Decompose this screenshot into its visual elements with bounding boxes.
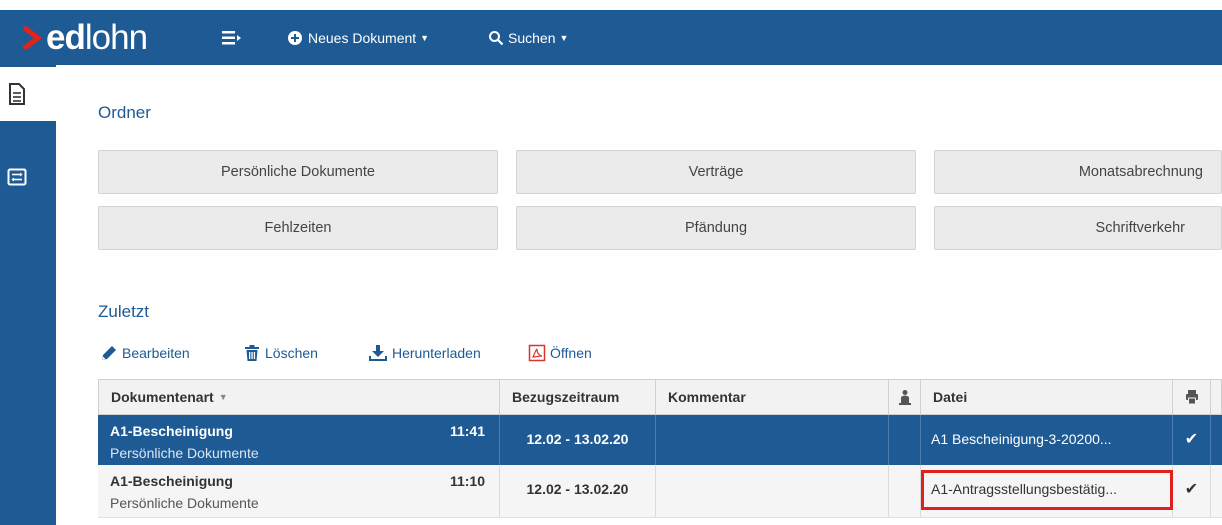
folder-button-label: Fehlzeiten: [264, 220, 332, 236]
sidebar-tab-documents[interactable]: [0, 67, 70, 121]
search-dropdown[interactable]: Suchen ▼: [488, 28, 568, 48]
document-folder: Persönliche Dokumente: [110, 445, 259, 461]
logo-light: lohn: [84, 18, 148, 57]
comment-cell: [656, 415, 889, 465]
logo-bold: ed: [46, 18, 86, 57]
highlight-box: [921, 470, 1173, 510]
column-header-label: Bezugszeitraum: [512, 389, 620, 405]
download-button[interactable]: Herunterladen: [368, 343, 481, 363]
search-icon: [489, 31, 504, 46]
edit-label: Bearbeiten: [122, 345, 190, 361]
recent-title: Zuletzt: [98, 302, 150, 321]
sidebar-tab-folders[interactable]: [0, 152, 56, 202]
column-header-comment[interactable]: Kommentar: [656, 379, 889, 415]
check-icon: ✔: [1184, 481, 1199, 498]
document-time: 11:41: [449, 423, 485, 439]
folder-button-label: Pfändung: [684, 220, 748, 236]
edit-button[interactable]: Bearbeiten: [100, 343, 190, 363]
folders-title: Ordner: [98, 103, 151, 122]
column-header-period[interactable]: Bezugszeitraum: [500, 379, 656, 415]
logo-chevron-icon: [22, 25, 43, 51]
app-header: edlohn Neues Dokument ▼ Suchen ▼: [0, 10, 1222, 65]
column-header-document-type[interactable]: Dokumentenart ▼: [98, 379, 500, 415]
document-icon: [9, 83, 25, 105]
folder-list-icon: [7, 168, 27, 186]
column-header-print[interactable]: [1173, 379, 1211, 415]
folder-button-monthly-statement[interactable]: Monatsabrechnung: [934, 150, 1222, 194]
table-row[interactable]: A1-Bescheinigung 11:41 Persönliche Dokum…: [98, 415, 1222, 465]
folder-button-correspondence[interactable]: Schriftverkehr: [934, 206, 1222, 250]
open-label: Öffnen: [550, 345, 592, 361]
document-type: A1-Bescheinigung: [110, 473, 233, 489]
folder-button-label: Persönliche Dokumente: [221, 164, 375, 180]
folder-button-label: Schriftverkehr: [1095, 220, 1185, 236]
column-header-label: Kommentar: [668, 389, 746, 405]
column-header-label: Datei: [933, 389, 968, 405]
period-cell: 12.02 - 13.02.20: [500, 415, 656, 465]
folder-button-garnishment[interactable]: Pfändung: [516, 206, 916, 250]
menu-icon: [222, 31, 241, 45]
document-type-cell: A1-Bescheinigung 11:41 Persönliche Dokum…: [98, 415, 500, 465]
person-icon: [898, 390, 911, 405]
print-cell: ✔: [1173, 465, 1211, 517]
download-label: Herunterladen: [392, 345, 481, 361]
plus-circle-icon: [288, 31, 302, 45]
period-value: 12.02 - 13.02.20: [526, 481, 629, 497]
document-time: 11:10: [449, 473, 485, 489]
period-cell: 12.02 - 13.02.20: [500, 465, 656, 517]
delete-label: Löschen: [265, 345, 318, 361]
file-cell[interactable]: A1 Bescheinigung-3-20200...: [921, 415, 1173, 465]
folder-button-label: Monatsabrechnung: [1078, 164, 1203, 180]
column-header-extra: [1211, 379, 1222, 415]
download-icon: [369, 345, 387, 361]
document-folder: Persönliche Dokumente: [110, 495, 259, 511]
file-name: A1 Bescheinigung-3-20200...: [931, 431, 1112, 447]
document-type: A1-Bescheinigung: [110, 423, 233, 439]
person-cell: [889, 465, 921, 517]
period-value: 12.02 - 13.02.20: [526, 431, 629, 447]
comment-cell: [656, 465, 889, 517]
open-button[interactable]: Öffnen: [528, 343, 592, 363]
edlohn-logo[interactable]: edlohn: [22, 18, 148, 58]
new-document-label: Neues Dokument: [308, 30, 417, 46]
folder-button-label: Verträge: [688, 164, 744, 180]
pencil-icon: [102, 346, 116, 360]
sidebar: [0, 65, 56, 525]
document-type-cell: A1-Bescheinigung 11:10 Persönliche Dokum…: [98, 465, 500, 517]
pdf-icon: [528, 344, 546, 362]
column-header-file[interactable]: Datei: [921, 379, 1173, 415]
print-cell: ✔: [1173, 415, 1211, 465]
top-border: [0, 0, 1222, 10]
menu-toggle-button[interactable]: [222, 28, 242, 48]
search-label: Suchen: [508, 30, 556, 46]
folder-button-absences[interactable]: Fehlzeiten: [98, 206, 498, 250]
delete-button[interactable]: Löschen: [243, 343, 318, 363]
check-icon: ✔: [1184, 431, 1199, 448]
sort-down-icon: ▼: [218, 392, 228, 402]
caret-down-icon: ▼: [420, 33, 430, 43]
trash-icon: [245, 345, 259, 361]
caret-down-icon: ▼: [559, 33, 569, 43]
printer-icon: [1185, 390, 1198, 405]
column-header-person[interactable]: [889, 379, 921, 415]
new-document-dropdown[interactable]: Neues Dokument ▼: [287, 28, 429, 48]
column-header-label: Dokumentenart: [111, 389, 214, 405]
folder-button-contracts[interactable]: Verträge: [516, 150, 916, 194]
folder-button-personal-documents[interactable]: Persönliche Dokumente: [98, 150, 498, 194]
person-cell: [889, 415, 921, 465]
